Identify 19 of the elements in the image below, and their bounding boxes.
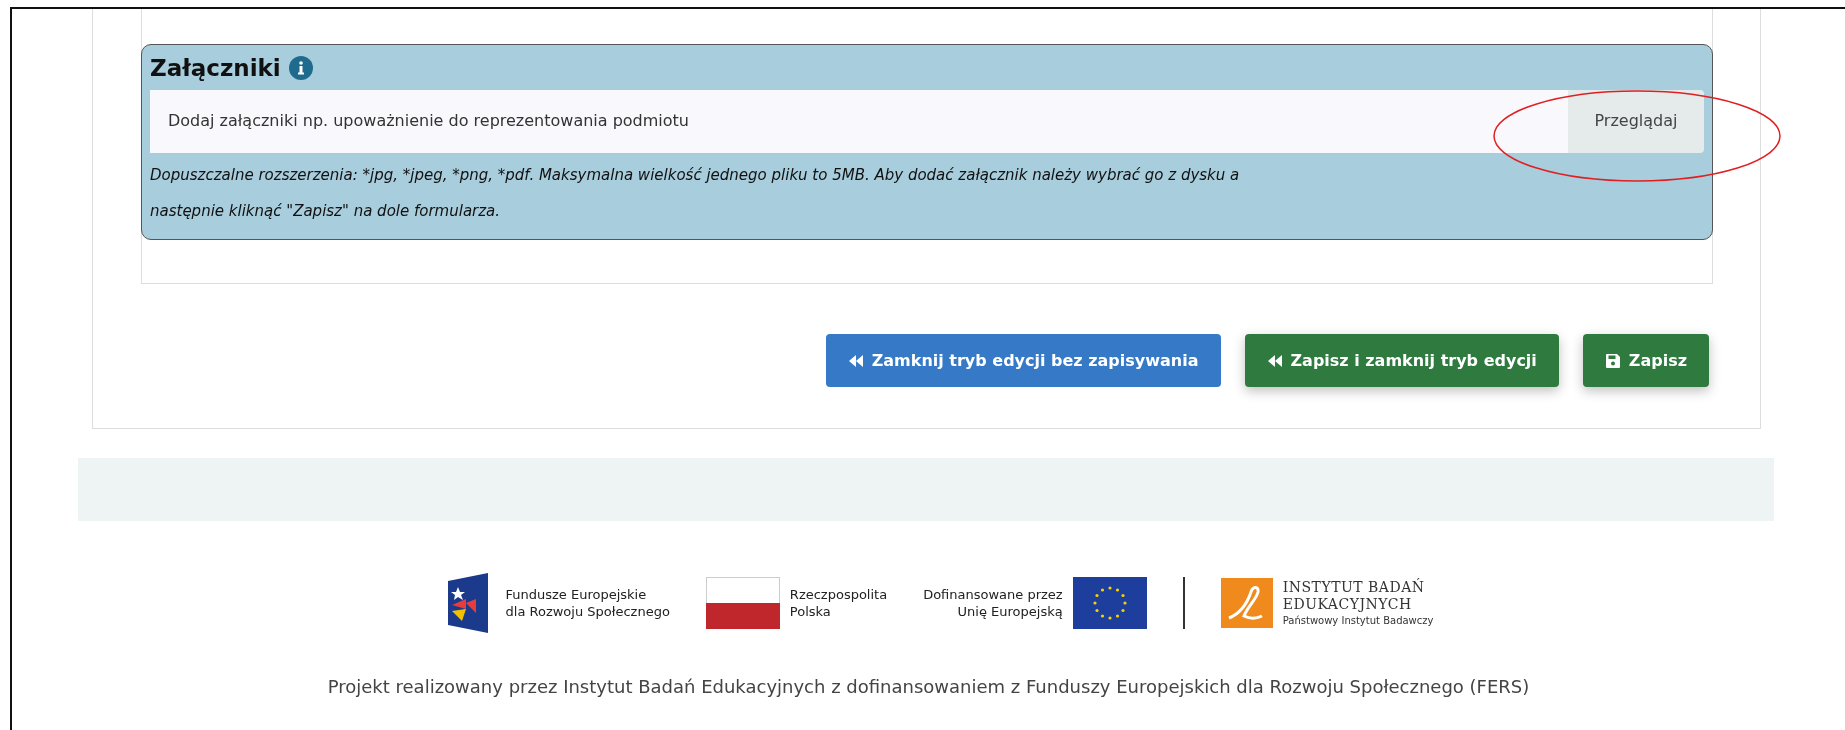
rewind-icon [847, 352, 864, 369]
logo-caption: INSTYTUT BADAŃ EDUKACYJNYCH [1282, 578, 1426, 613]
save-button[interactable]: Zapisz [1582, 334, 1709, 387]
poland-flag-icon [705, 577, 780, 629]
cancel-edit-button[interactable]: Zamknij tryb edycji bez zapisywania [825, 334, 1221, 387]
info-icon [288, 56, 313, 81]
file-input-field[interactable]: Dodaj załączniki np. upoważnienie do reprezentowania podmiotu [150, 89, 1568, 153]
ibe-logo-icon [1220, 578, 1273, 628]
help-text: Dopuszczalne rozszerzenia: *jpg, *jpeg, *png, *pdf. Maksymalna wielkość jednego pliku to 5MB. Aby dodać załącznik należy wybrać go z dysku a następnie kliknąć "Zapisz" na dole formularza. [150, 164, 1241, 222]
logo-subtitle: Państwowy Instytut Badawczy [1282, 613, 1434, 628]
browse-button[interactable]: Przeglądaj [1568, 89, 1704, 153]
rewind-icon [1266, 352, 1283, 369]
section-title: Załączniki [150, 54, 281, 83]
footer-text: Projekt realizowany przez Instytut Badań Edukacyjnych z dofinansowaniem z Funduszy Europejskich dla Rozwoju Społecznego (FERS) [326, 675, 1531, 699]
logo-caption: Fundusze Europejskie dla Rozwoju Społecznego [505, 586, 670, 620]
eu-flag-icon [1072, 577, 1147, 629]
save-and-close-button[interactable]: Zapisz i zamknij tryb edycji [1244, 334, 1559, 387]
logo-caption: Dofinansowane przez Unię Europejską [923, 586, 1063, 620]
logo-caption: Rzeczpospolita Polska [789, 586, 888, 620]
